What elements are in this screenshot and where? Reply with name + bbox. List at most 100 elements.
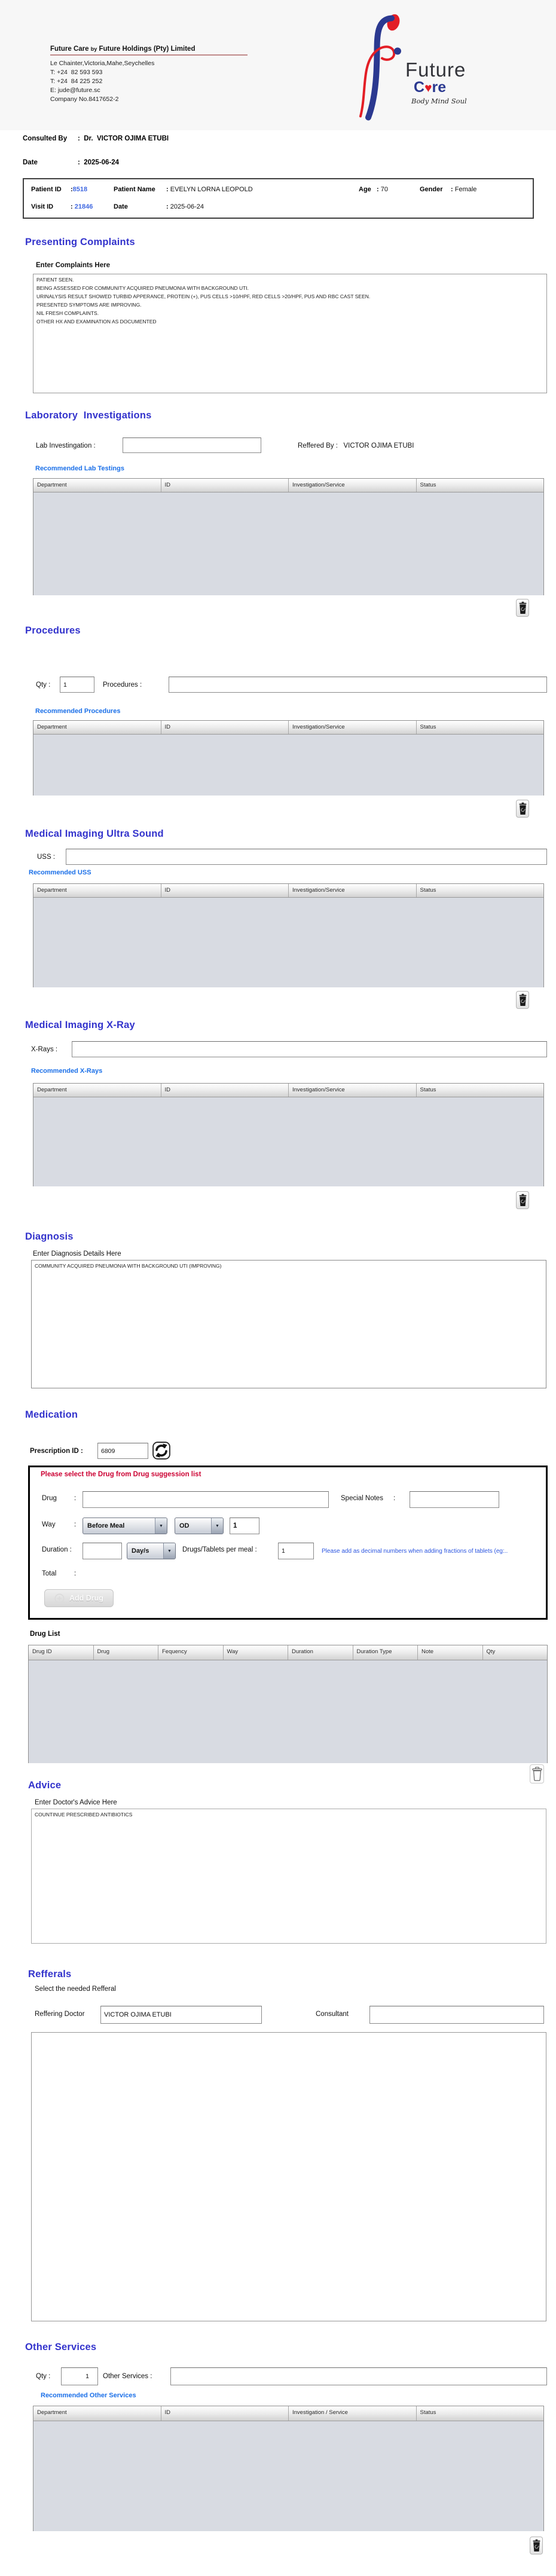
logo-care-re: re xyxy=(432,79,447,96)
column-header-status[interactable]: Status xyxy=(416,884,543,897)
prescription-id-input[interactable] xyxy=(97,1443,148,1459)
column-header-status[interactable]: Status xyxy=(416,721,543,734)
chevron-down-icon: ▼ xyxy=(163,1543,175,1559)
other-services-qty-input[interactable] xyxy=(61,2367,98,2385)
section-title-procedures: Procedures xyxy=(25,625,81,636)
add-drug-button[interactable]: Add Drug xyxy=(44,1589,114,1607)
referring-doctor-input[interactable] xyxy=(100,2006,262,2024)
plus-circle-icon xyxy=(54,1593,65,1604)
section-title-ultra-sound: Medical Imaging Ultra Sound xyxy=(25,828,164,839)
other-services-input[interactable] xyxy=(170,2367,547,2385)
delete-xray-icon[interactable] xyxy=(516,1191,529,1209)
referrals-list-box[interactable] xyxy=(31,2032,546,2321)
duration-input[interactable] xyxy=(83,1543,122,1559)
column-header-duration[interactable]: Duration xyxy=(288,1645,353,1660)
age-label: Age xyxy=(359,186,371,193)
way-select[interactable]: Before Meal ▼ xyxy=(83,1518,167,1534)
duration-label: Duration : xyxy=(42,1546,72,1553)
xray-table-body[interactable] xyxy=(33,1097,543,1186)
visit-id-value: 21846 xyxy=(74,203,93,210)
column-header-qty[interactable]: Qty xyxy=(482,1645,547,1660)
lab-tests-table-body[interactable] xyxy=(33,492,543,595)
procedures-table-body[interactable] xyxy=(33,735,543,796)
lab-tests-table: Department ID Investigation/Service Stat… xyxy=(33,478,544,595)
company-phone-1: T: +24 82 593 593 xyxy=(50,69,103,76)
consultant-input[interactable] xyxy=(369,2006,544,2024)
company-name: Future Care by Future Holdings (Pty) Lim… xyxy=(50,45,248,53)
column-header-investigation-service[interactable]: Investigation/Service xyxy=(289,721,417,734)
column-header-note[interactable]: Note xyxy=(418,1645,483,1660)
advice-textarea[interactable]: COUNTINUE PRESCRIBED ANTIBIOTICS xyxy=(31,1809,546,1944)
trash-outline-icon xyxy=(531,1767,542,1781)
way-select-value: Before Meal xyxy=(87,1522,125,1529)
delete-advice-icon[interactable] xyxy=(530,1764,544,1783)
column-header-id[interactable]: ID xyxy=(161,721,289,734)
frequency-select[interactable]: OD ▼ xyxy=(175,1518,224,1534)
age-value: 70 xyxy=(380,186,388,193)
uss-input[interactable] xyxy=(66,849,547,865)
column-header-id[interactable]: ID xyxy=(161,884,289,897)
column-header-department[interactable]: Department xyxy=(33,479,161,492)
section-title-diagnosis: Diagnosis xyxy=(25,1231,74,1242)
special-notes-label: Special Notes xyxy=(341,1495,383,1502)
logo-word-future: Future xyxy=(405,59,466,81)
delete-procedure-icon[interactable] xyxy=(516,800,529,818)
column-header-department[interactable]: Department xyxy=(33,2406,161,2421)
uss-table: Department ID Investigation/Service Stat… xyxy=(33,883,544,987)
column-header-id[interactable]: ID xyxy=(161,1084,289,1097)
other-services-table: Department ID Investigation / Service St… xyxy=(33,2406,544,2531)
delete-uss-icon[interactable] xyxy=(516,991,529,1009)
column-header-frequency[interactable]: Fequency xyxy=(158,1645,224,1660)
xray-input[interactable] xyxy=(72,1041,547,1057)
column-header-status[interactable]: Status xyxy=(416,2406,543,2421)
column-header-investigation-service[interactable]: Investigation/Service xyxy=(289,1084,417,1097)
column-header-investigation-service[interactable]: Investigation/Service xyxy=(289,479,417,492)
trash-icon xyxy=(519,802,526,815)
column-header-status[interactable]: Status xyxy=(416,479,543,492)
referring-doctor-label: Reffering Doctor xyxy=(35,2011,85,2018)
diagnosis-textarea[interactable]: COMMUNITY ACQUIRED PNEUMONIA WITH BACKGR… xyxy=(31,1260,546,1388)
lab-referred-by-value: VICTOR OJIMA ETUBI xyxy=(343,442,414,449)
delete-other-service-icon[interactable] xyxy=(530,2537,543,2554)
column-header-department[interactable]: Department xyxy=(33,721,161,734)
special-notes-input[interactable] xyxy=(410,1491,499,1508)
duration-unit-select[interactable]: Day/s ▼ xyxy=(127,1543,176,1559)
column-header-department[interactable]: Department xyxy=(33,1084,161,1097)
complaints-textarea[interactable]: PATIENT SEEN. BEING ASSESSED FOR COMMUNI… xyxy=(33,274,547,393)
consulted-by-row: Consulted By: Dr. VICTOR OJIMA ETUBI xyxy=(23,135,169,142)
consulted-by-value: Dr. VICTOR OJIMA ETUBI xyxy=(84,135,169,142)
column-header-id[interactable]: ID xyxy=(161,2406,289,2421)
colon: : xyxy=(166,186,169,193)
drug-input[interactable] xyxy=(83,1491,329,1508)
column-header-way[interactable]: Way xyxy=(223,1645,288,1660)
section-title-laboratory-investigations: Laboratory Investigations xyxy=(25,410,152,421)
drug-list-table-body[interactable] xyxy=(29,1660,547,1763)
recommended-xrays-label: Recommended X-Rays xyxy=(31,1067,103,1075)
chevron-down-icon: ▼ xyxy=(155,1518,167,1534)
lab-tests-table-header: Department ID Investigation/Service Stat… xyxy=(33,479,543,492)
trash-icon xyxy=(533,2539,540,2551)
column-header-status[interactable]: Status xyxy=(416,1084,543,1097)
other-services-table-body[interactable] xyxy=(33,2421,543,2531)
lab-investigation-input[interactable] xyxy=(123,438,261,453)
refresh-prescription-button[interactable] xyxy=(152,1442,170,1460)
delete-lab-test-icon[interactable] xyxy=(516,599,529,617)
column-header-duration-type[interactable]: Duration Type xyxy=(353,1645,418,1660)
procedures-input[interactable] xyxy=(169,677,547,693)
patient-name-field: Patient Name: EVELYN LORNA LEOPOLD xyxy=(114,186,253,193)
frequency-qty-input[interactable] xyxy=(230,1518,259,1534)
column-header-drug[interactable]: Drug xyxy=(93,1645,158,1660)
other-services-qty-label: Qty : xyxy=(36,2373,51,2380)
referrals-label: Select the needed Refferal xyxy=(35,1985,116,1993)
per-meal-input[interactable] xyxy=(278,1543,314,1559)
column-header-investigation-service[interactable]: Investigation/Service xyxy=(289,884,417,897)
column-header-investigation-service[interactable]: Investigation / Service xyxy=(289,2406,417,2421)
column-header-drug-id[interactable]: Drug ID xyxy=(29,1645,94,1660)
procedures-qty-input[interactable] xyxy=(60,677,94,693)
gender-label: Gender xyxy=(420,186,443,193)
column-header-department[interactable]: Department xyxy=(33,884,161,897)
procedures-input-label: Procedures : xyxy=(103,681,142,689)
uss-table-body[interactable] xyxy=(33,898,543,987)
heart-icon: ♥ xyxy=(424,81,432,95)
column-header-id[interactable]: ID xyxy=(161,479,289,492)
